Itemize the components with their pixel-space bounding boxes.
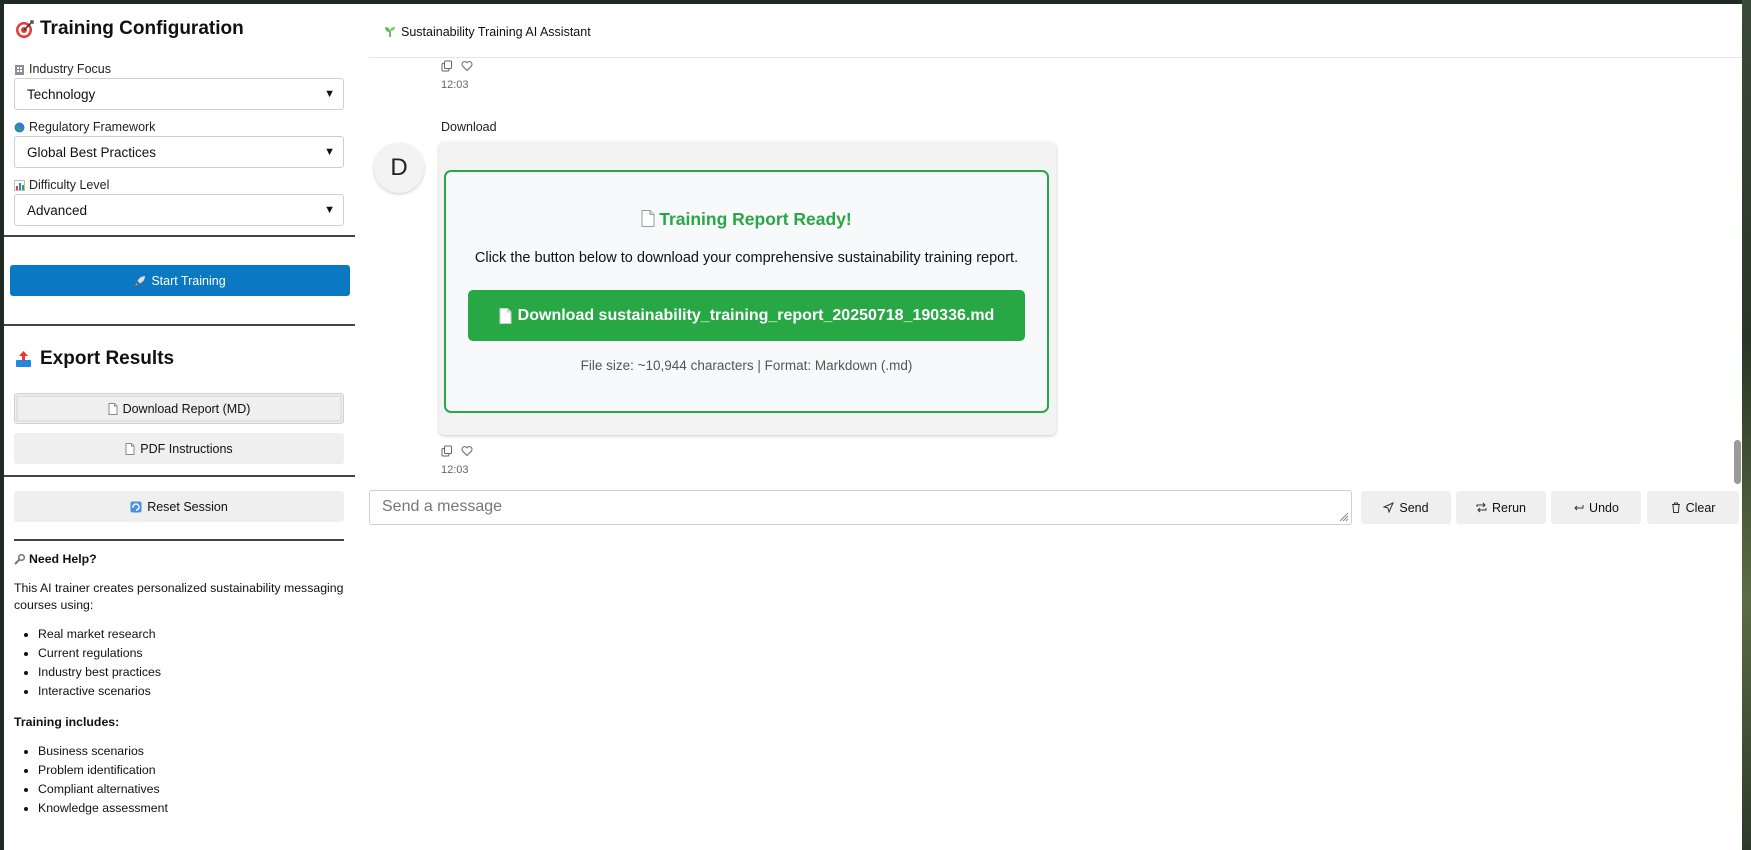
send-icon — [1383, 502, 1395, 513]
pdf-instructions-button[interactable]: PDF Instructions — [14, 433, 344, 464]
list-item: Problem identification — [38, 762, 344, 779]
industry-label: Industry Focus — [14, 62, 111, 76]
help-title: Need Help? — [14, 551, 344, 568]
document-icon — [499, 307, 512, 324]
list-item: Real market research — [38, 626, 344, 643]
reset-session-button[interactable]: Reset Session — [14, 491, 344, 522]
list-item: Knowledge assessment — [38, 800, 344, 817]
message-timestamp: 12:03 — [441, 464, 469, 476]
help-intro: This AI trainer creates personalized sus… — [14, 581, 344, 612]
chat-title: Sustainability Training AI Assistant — [384, 25, 591, 39]
desktop-background — [1742, 0, 1751, 850]
clear-button[interactable]: Clear — [1647, 491, 1739, 524]
help-section: Need Help? This AI trainer creates perso… — [14, 551, 344, 831]
help-sources-list: Real market research Current regulations… — [14, 626, 344, 700]
list-item: Current regulations — [38, 645, 344, 662]
refresh-icon — [130, 501, 142, 513]
message-input[interactable]: Send a message — [369, 490, 1352, 525]
difficulty-select[interactable]: Advanced ▼ — [14, 194, 344, 226]
message-actions — [441, 60, 473, 72]
export-title: Export Results — [14, 348, 174, 370]
globe-icon — [14, 122, 25, 133]
chevron-down-icon: ▼ — [324, 88, 335, 100]
message-timestamp: 12:03 — [441, 79, 469, 91]
building-icon — [14, 64, 25, 75]
framework-label: Regulatory Framework — [14, 120, 155, 134]
difficulty-label: Difficulty Level — [14, 178, 109, 192]
list-item: Industry best practices — [38, 664, 344, 681]
document-icon — [108, 402, 118, 415]
divider — [369, 57, 1746, 58]
send-button[interactable]: Send — [1361, 491, 1451, 524]
divider — [4, 235, 355, 237]
avatar: D — [374, 143, 424, 193]
download-file-button[interactable]: Download sustainability_training_report_… — [468, 290, 1025, 341]
resize-grip-icon[interactable] — [1339, 512, 1349, 522]
file-meta: File size: ~10,944 characters | Format: … — [580, 358, 913, 373]
target-icon — [14, 19, 34, 39]
heart-icon[interactable] — [461, 445, 473, 457]
sidebar-title: Training Configuration — [14, 18, 244, 40]
report-card: Training Report Ready! Click the button … — [444, 170, 1049, 413]
copy-icon[interactable] — [441, 60, 453, 72]
framework-select[interactable]: Global Best Practices ▼ — [14, 136, 344, 168]
list-item: Compliant alternatives — [38, 781, 344, 798]
industry-select[interactable]: Technology ▼ — [14, 78, 344, 110]
message-sender: Download — [441, 120, 497, 134]
sidebar: Training Configuration Industry Focus Te… — [4, 4, 355, 850]
undo-icon — [1573, 502, 1584, 513]
divider — [4, 324, 355, 326]
chevron-down-icon: ▼ — [324, 146, 335, 158]
trash-icon — [1671, 502, 1681, 513]
download-report-button[interactable]: Download Report (MD) — [14, 393, 344, 424]
scrollbar-thumb[interactable] — [1734, 440, 1741, 484]
help-includes-list: Business scenarios Problem identificatio… — [14, 743, 344, 817]
message-bubble: Training Report Ready! Click the button … — [439, 142, 1056, 435]
document-icon — [641, 210, 655, 227]
bar-chart-icon — [14, 179, 25, 191]
rocket-icon — [134, 275, 146, 287]
divider — [14, 539, 344, 541]
help-includes-title: Training includes: — [14, 715, 120, 729]
seedling-icon — [384, 26, 396, 38]
outbox-tray-icon — [14, 350, 33, 369]
message-actions — [441, 445, 473, 457]
list-item: Interactive scenarios — [38, 683, 344, 700]
repeat-icon — [1476, 502, 1487, 513]
app-window: Training Configuration Industry Focus Te… — [4, 4, 1746, 850]
wrench-icon — [14, 554, 25, 565]
card-description: Click the button below to download your … — [474, 250, 1019, 266]
chevron-down-icon: ▼ — [324, 204, 335, 216]
document-icon — [125, 442, 135, 455]
rerun-button[interactable]: Rerun — [1456, 491, 1546, 524]
card-title: Training Report Ready! — [446, 209, 1047, 230]
list-item: Business scenarios — [38, 743, 344, 760]
heart-icon[interactable] — [461, 60, 473, 72]
undo-button[interactable]: Undo — [1551, 491, 1641, 524]
copy-icon[interactable] — [441, 445, 453, 457]
start-training-button[interactable]: Start Training — [10, 265, 350, 296]
divider — [4, 475, 355, 477]
